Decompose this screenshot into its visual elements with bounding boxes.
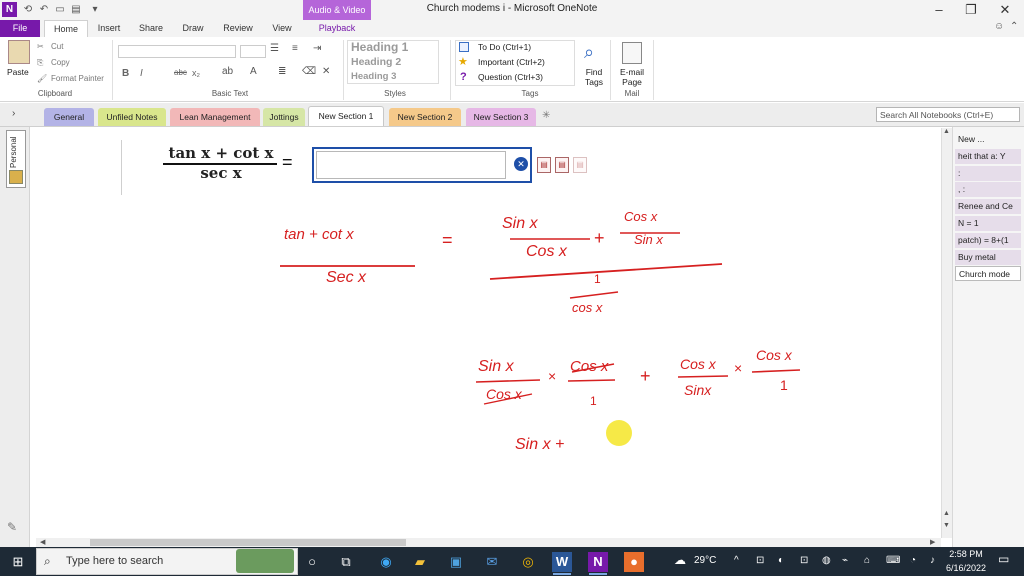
tray-app-icon[interactable]: ⌁ [842, 555, 848, 566]
ink-cosx-cancelled: Cos x [486, 386, 522, 402]
ink-fraction-line [677, 375, 729, 378]
page-item[interactable]: Church mode [955, 266, 1021, 282]
ink-cosx: Cos x [526, 243, 567, 260]
ink-one: 1 [590, 394, 597, 408]
weather-icon[interactable]: ☁ [674, 553, 686, 567]
network-icon[interactable]: ⌂ [864, 555, 870, 566]
ink-fraction-line [751, 369, 801, 373]
keyboard-icon[interactable]: ⌨ [886, 555, 900, 566]
ink-fraction-line [567, 379, 616, 382]
notifications-icon[interactable]: ▭ [998, 552, 1009, 566]
ink-cosx-cancelled: Cos x [570, 358, 609, 375]
page-item[interactable]: Renee and Ce [955, 199, 1021, 215]
page-item[interactable]: Buy metal [955, 249, 1021, 265]
ink-sinx: Sin x [634, 232, 663, 247]
chrome-icon[interactable]: ◎ [518, 552, 538, 572]
ink-cosx: Cos x [680, 356, 716, 372]
page-item[interactable]: : [955, 165, 1021, 181]
edge-icon[interactable]: ◉ [376, 552, 396, 572]
task-view-icon[interactable]: ⧉ [336, 552, 356, 572]
word-icon[interactable]: W [552, 552, 572, 572]
store-icon[interactable]: ▣ [446, 552, 466, 572]
windows-start-icon[interactable]: ⊞ [8, 552, 28, 572]
scroll-up-icon[interactable]: ▲ [943, 128, 950, 135]
horizontal-scroll-thumb[interactable] [90, 539, 406, 546]
tray-app-icon[interactable]: ◍ [822, 555, 831, 566]
file-explorer-icon[interactable]: ▰ [410, 552, 430, 572]
clock-date[interactable]: 6/16/2022 [942, 563, 990, 573]
tray-app-icon[interactable]: ◐ [778, 555, 784, 566]
ink-lhs-numerator: tan + cot x [284, 226, 354, 243]
scroll-left-icon[interactable]: ◀ [40, 538, 45, 546]
cortana-icon[interactable]: ○ [302, 552, 322, 572]
page-item[interactable]: , : [955, 182, 1021, 198]
wifi-icon[interactable]: ◔ [910, 555, 916, 566]
ink-cosx: cos x [572, 300, 603, 315]
scroll-up-icon[interactable]: ▲ [943, 510, 950, 517]
ink-one: 1 [594, 272, 601, 286]
ink-plus: + [594, 228, 605, 248]
ink-lhs-denominator: Sec x [326, 269, 367, 286]
vertical-scrollbar[interactable] [941, 128, 952, 538]
tray-chevron-icon[interactable]: ^ [734, 555, 739, 566]
onenote-taskbar-icon[interactable]: N [588, 552, 608, 572]
taskbar-search-placeholder: Type here to search [66, 555, 164, 567]
ink-times: × [734, 360, 743, 376]
ink-cosx: Cos x [624, 209, 658, 224]
tray-app-icon[interactable]: ⊡ [756, 555, 764, 566]
search-icon: ⌕ [44, 554, 51, 568]
page-item[interactable]: heit that a: Y [955, 148, 1021, 164]
volume-icon[interactable]: ♪ [930, 555, 935, 566]
clock-time[interactable]: 2:58 PM [944, 549, 988, 559]
scroll-right-icon[interactable]: ▶ [930, 538, 935, 546]
ink-sinx-plus: Sin x + [515, 436, 565, 453]
ink-plus: + [640, 366, 651, 386]
ink-fraction-line [569, 291, 619, 299]
ink-strokes [280, 232, 801, 405]
cursor-highlight [606, 420, 632, 446]
ink-equals: = [442, 230, 453, 250]
ink-cosx: Cos x [756, 347, 792, 363]
page-item[interactable]: patch) = 8+(1 [955, 232, 1021, 248]
ink-fraction-line [475, 379, 541, 383]
ink-sinx: Sin x [478, 358, 514, 375]
mail-icon[interactable]: ✉ [482, 552, 502, 572]
scroll-down-icon[interactable]: ▼ [943, 522, 950, 529]
new-page-button[interactable]: New ... [955, 132, 1021, 147]
weather-temp[interactable]: 29°C [694, 555, 716, 566]
active-indicator [589, 573, 607, 575]
active-indicator [553, 573, 571, 575]
page-item[interactable]: N = 1 [955, 216, 1021, 231]
ink-sinx: Sinx [684, 382, 712, 398]
ink-times: × [548, 368, 557, 384]
ink-one: 1 [780, 377, 788, 393]
search-highlight-image [236, 549, 294, 573]
tray-app-icon[interactable]: ⊡ [800, 555, 808, 566]
recorder-icon[interactable]: ● [624, 552, 644, 572]
ink-sinx: Sin x [502, 215, 538, 232]
ink-fraction-line [489, 263, 723, 280]
